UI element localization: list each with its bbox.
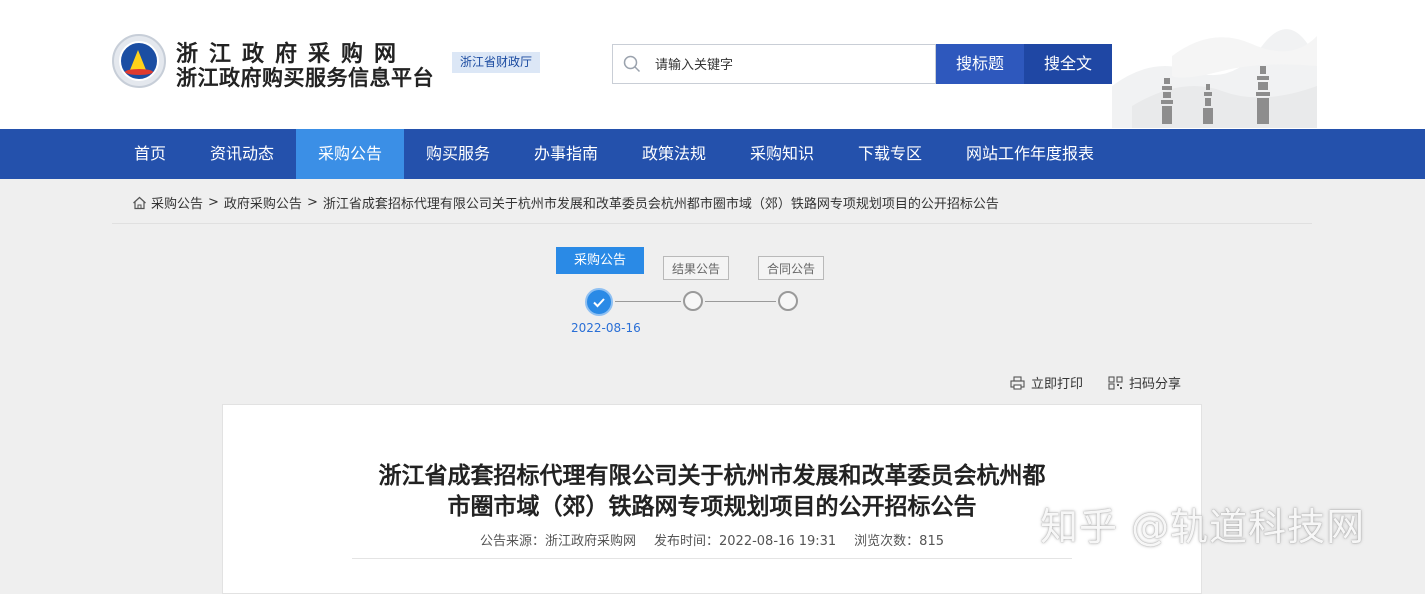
search-fulltext-button[interactable]: 搜全文 [1024, 44, 1112, 84]
step-connector [615, 301, 681, 302]
site-header: 浙江政府采购网 浙江政府购买服务信息平台 浙江省财政厅 搜标题 搜全文 [0, 0, 1425, 129]
main-nav: 首页 资讯动态 采购公告 购买服务 办事指南 政策法规 采购知识 下载专区 网站… [0, 129, 1425, 179]
step-completed-check-icon [585, 288, 613, 316]
search-box [612, 44, 936, 84]
article-view-count: 浏览次数：815 [854, 534, 944, 549]
nav-item-annual-report[interactable]: 网站工作年度报表 [944, 129, 1116, 179]
breadcrumb-item-gov-procurement-notice[interactable]: 政府采购公告 [224, 193, 302, 212]
site-logo[interactable] [112, 34, 166, 88]
breadcrumb-item-current: 浙江省成套招标代理有限公司关于杭州市发展和改革委员会杭州都市圈市域（郊）铁路网专… [322, 197, 999, 212]
share-button[interactable]: 扫码分享 [1108, 373, 1181, 392]
step-pending-dot [778, 291, 798, 311]
qr-code-icon [1108, 375, 1123, 390]
breadcrumb-item-procurement-notice[interactable]: 采购公告 [151, 193, 203, 212]
nav-item-policy[interactable]: 政策法规 [620, 129, 728, 179]
department-badge[interactable]: 浙江省财政厅 [452, 52, 541, 73]
logo-emblem-icon [119, 41, 159, 81]
search-input[interactable] [653, 51, 927, 79]
landscape-decoration-icon [1112, 29, 1317, 128]
nav-item-news[interactable]: 资讯动态 [188, 129, 296, 179]
nav-item-knowledge[interactable]: 采购知识 [728, 129, 836, 179]
search-title-button[interactable]: 搜标题 [936, 44, 1024, 84]
breadcrumb: 采购公告 > 政府采购公告 > 浙江省成套招标代理有限公司关于杭州市发展和改革委… [132, 193, 999, 212]
article-title-line: 浙江省成套招标代理有限公司关于杭州市发展和改革委员会杭州都 [378, 462, 1046, 489]
print-label: 立即打印 [1031, 377, 1084, 392]
step-pending-dot [683, 291, 703, 311]
step-tag-contract-notice[interactable]: 合同公告 [758, 256, 824, 280]
nav-item-purchase-service[interactable]: 购买服务 [404, 129, 512, 179]
home-icon[interactable] [132, 196, 147, 210]
nav-item-home[interactable]: 首页 [112, 129, 188, 179]
breadcrumb-divider [112, 223, 1312, 224]
article-publish-time: 发布时间：2022-08-16 19:31 [654, 534, 837, 549]
nav-item-guide[interactable]: 办事指南 [512, 129, 620, 179]
article-title-line: 市圈市域（郊）铁路网专项规划项目的公开招标公告 [447, 493, 977, 520]
article-meta: 公告来源：浙江政府采购网 发布时间：2022-08-16 19:31 浏览次数：81… [352, 530, 1072, 549]
nav-item-download[interactable]: 下载专区 [836, 129, 944, 179]
article-title: 浙江省成套招标代理有限公司关于杭州市发展和改革委员会杭州都 市圈市域（郊）铁路网… [334, 460, 1090, 522]
nav-item-procurement-notice[interactable]: 采购公告 [296, 129, 404, 179]
breadcrumb-separator: > [306, 195, 318, 210]
breadcrumb-separator: > [208, 195, 219, 210]
step-connector [705, 301, 776, 302]
meta-divider [352, 558, 1072, 559]
step-tag-result-notice[interactable]: 结果公告 [663, 256, 729, 280]
step-tag-procurement-notice[interactable]: 采购公告 [556, 247, 644, 274]
watermark: 知乎 @轨道科技网 [1040, 505, 1366, 549]
print-button[interactable]: 立即打印 [1010, 373, 1083, 392]
share-label: 扫码分享 [1129, 377, 1182, 392]
search-icon [623, 55, 641, 73]
article-source: 公告来源：浙江政府采购网 [480, 534, 637, 549]
step-date: 2022-08-16 [571, 321, 641, 335]
site-subtitle[interactable]: 浙江政府购买服务信息平台 [176, 62, 434, 92]
printer-icon [1010, 375, 1025, 390]
